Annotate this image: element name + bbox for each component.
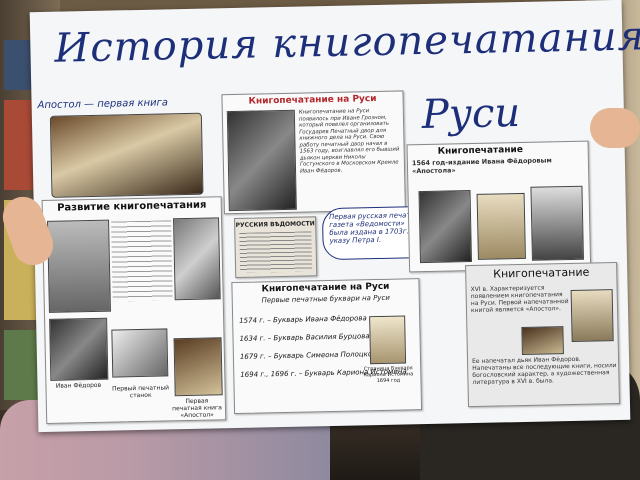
handwritten-caption: Апостол — первая книга [37,97,169,112]
printing-press-engraving [173,217,221,301]
card-razvitie: Развитие книгопечатания Иван Фёдоров Пер… [41,196,227,424]
card-1564-subheading: 1564 год-издание Ивана Фёдоровым «Апосто… [411,156,552,176]
poster-title-line1: История книгопечатания на [53,12,640,72]
card-right-text2: Ее напечатал дьяк Иван Фёдоров. Напечата… [472,355,617,387]
caption-printing-press: Первый печатный станок [112,384,170,400]
fedorov-portrait-image [418,190,472,264]
right-hand [590,108,640,148]
card-razvitie-heading: Развитие книгопечатания [57,199,207,214]
bukvar-line: 1574 г. – Букварь Ивана Фёдорова [239,314,367,325]
razvitie-text-block [111,220,173,302]
ivan-grozny-portrait [226,109,297,212]
card-right-text1: XVI в. Характеризуется появлением книгоп… [470,284,569,315]
right-manuscript-image [570,289,614,342]
ivan-fedorov-portrait [49,317,109,381]
caption-ivan-fedorov: Иван Фёдоров [55,381,102,390]
card-knigopechatanie-1564: Книгопечатание 1564 год-издание Ивана Фё… [406,140,592,273]
apostol-page-image [476,192,526,260]
right-book-image [521,326,564,356]
fedorov-monument-image [530,185,584,261]
newspaper-columns [239,231,313,273]
poster-title-line2: Руси [421,89,521,139]
card-rusi-heading: Книгопечатание на Руси [248,94,377,107]
bukvar-line: 1634 г. – Букварь Василия Бурцова [239,332,370,343]
bukvar-line: 1679 г. – Букварь Симеона Полоцкого [239,349,381,361]
card-right-heading: Книгопечатание [493,265,590,281]
poster: История книгопечатания на Руси Апостол —… [29,0,640,433]
bukvar-page-caption: Страница Букваря Кариона Истомина 1694 г… [363,365,414,385]
newspaper-label: РУССКИЯ ВѢДОМОСТИ [235,220,315,229]
card-rusi-text: Книгопечатание на Руси появилось при Ива… [298,108,400,175]
card-bukvari: Книгопечатание на Руси Первые печатные б… [231,278,423,415]
card-rusi: Книгопечатание на Руси Книгопечатание на… [221,90,406,215]
istomin-bukvar-page-image [369,315,407,365]
apostol-book-image [49,112,204,198]
first-printing-press-image [111,328,169,378]
caption-apostol-book: Первая печатная книга «Апостол» [172,397,222,420]
kremlin-tower-image [47,219,111,313]
card-knigopechatanie-right: Книгопечатание XVI в. Характеризуется по… [465,261,621,408]
apostol-book-small-image [173,337,223,397]
vedomosti-newspaper-image: РУССКИЯ ВѢДОМОСТИ [234,216,318,278]
